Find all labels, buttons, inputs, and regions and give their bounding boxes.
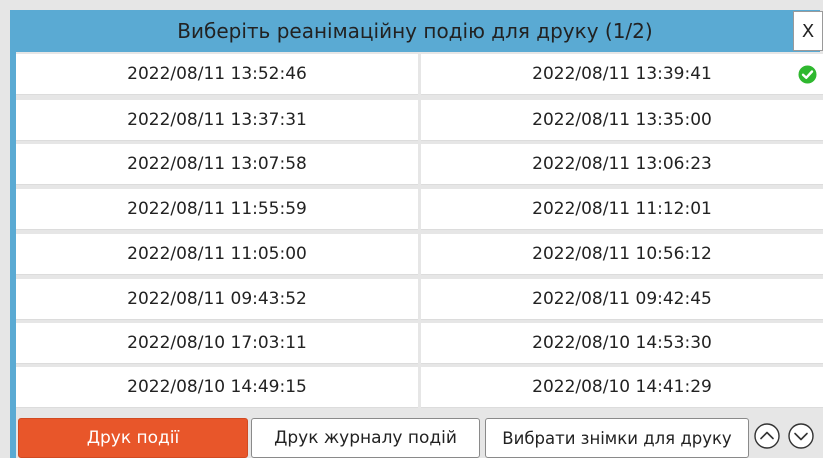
event-item[interactable]: 2022/08/10 14:41:29 [421,367,823,408]
event-item-selected[interactable]: 2022/08/11 13:39:41 [421,54,823,95]
dialog-title-bar: Виберіть реанімаційну подію для друку (1… [10,10,820,52]
print-event-button[interactable]: Друк події [18,418,248,458]
event-timestamp: 2022/08/11 13:37:31 [127,110,307,130]
chevron-up-circle-icon [754,423,780,453]
page-down-button[interactable] [787,419,815,457]
check-circle-icon [798,65,817,84]
event-timestamp: 2022/08/11 10:56:12 [532,244,712,264]
event-item[interactable]: 2022/08/10 14:53:30 [421,323,823,364]
event-timestamp: 2022/08/11 09:43:52 [127,289,307,309]
event-item[interactable]: 2022/08/10 17:03:11 [16,323,418,364]
page-up-button[interactable] [753,419,781,457]
event-timestamp: 2022/08/10 14:41:29 [532,377,712,397]
event-item[interactable]: 2022/08/11 13:37:31 [16,100,418,141]
event-item[interactable]: 2022/08/11 11:05:00 [16,234,418,275]
event-item[interactable]: 2022/08/11 13:07:58 [16,144,418,185]
close-button[interactable]: X [793,11,823,51]
event-timestamp: 2022/08/11 13:39:41 [532,64,712,84]
event-timestamp: 2022/08/11 09:42:45 [532,289,712,309]
select-snapshots-button[interactable]: Вибрати знімки для друку [485,418,749,458]
event-timestamp: 2022/08/11 13:07:58 [127,154,307,174]
print-event-dialog: Виберіть реанімаційну подію для друку (1… [0,0,823,458]
event-item[interactable]: 2022/08/11 11:12:01 [421,189,823,230]
event-item[interactable]: 2022/08/11 13:06:23 [421,144,823,185]
event-timestamp: 2022/08/10 17:03:11 [127,333,307,353]
event-item[interactable]: 2022/08/11 10:56:12 [421,234,823,275]
event-timestamp: 2022/08/11 11:55:59 [127,199,307,219]
event-timestamp: 2022/08/10 14:53:30 [532,333,712,353]
event-timestamp: 2022/08/11 13:06:23 [532,154,712,174]
dialog-title: Виберіть реанімаційну подію для друку (1… [177,19,653,43]
event-timestamp: 2022/08/10 14:49:15 [127,377,307,397]
event-item[interactable]: 2022/08/11 09:42:45 [421,279,823,320]
event-timestamp: 2022/08/11 11:05:00 [127,244,307,264]
event-item[interactable]: 2022/08/10 14:49:15 [16,367,418,408]
action-bar: Друк події Друк журналу подій Вибрати зн… [16,418,823,458]
chevron-down-circle-icon [788,423,814,453]
event-timestamp: 2022/08/11 13:35:00 [532,110,712,130]
event-timestamp: 2022/08/11 11:12:01 [532,199,712,219]
event-item[interactable]: 2022/08/11 11:55:59 [16,189,418,230]
event-item[interactable]: 2022/08/11 13:52:46 [16,54,418,95]
event-timestamp: 2022/08/11 13:52:46 [127,64,307,84]
event-item[interactable]: 2022/08/11 09:43:52 [16,279,418,320]
print-log-button[interactable]: Друк журналу подій [251,418,480,458]
event-item[interactable]: 2022/08/11 13:35:00 [421,100,823,141]
